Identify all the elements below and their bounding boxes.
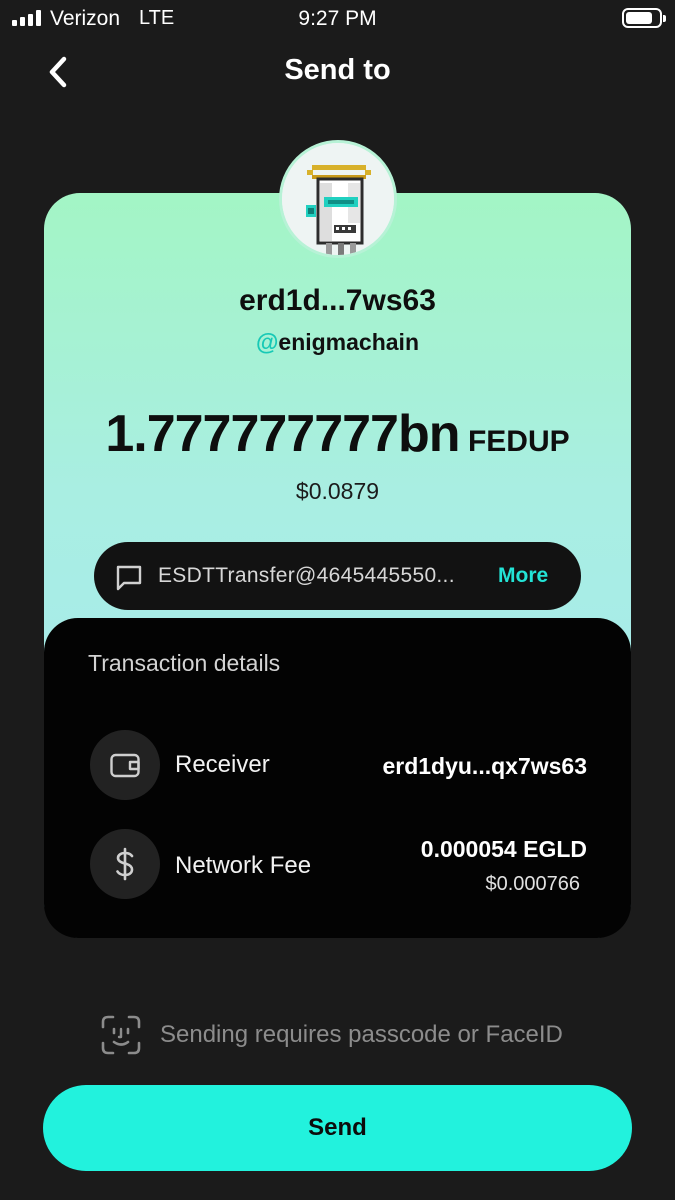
more-link[interactable]: More <box>498 564 548 588</box>
transaction-data-text: ESDTTransfer@4645445550... <box>158 564 455 587</box>
transaction-details-panel: Transaction details Receiver erd1dyu...q… <box>44 618 631 938</box>
wallet-icon-badge <box>90 730 160 800</box>
avatar[interactable] <box>279 140 397 258</box>
face-id-icon <box>101 1015 141 1055</box>
battery-icon <box>622 8 666 28</box>
details-title: Transaction details <box>88 650 281 676</box>
amount-token: FEDUP <box>467 425 570 458</box>
faceid-notice-text: Sending requires passcode or FaceID <box>160 1021 563 1048</box>
receiver-value: erd1dyu...qx7ws63 <box>382 753 587 779</box>
transaction-data-field[interactable]: ESDTTransfer@4645445550... More <box>94 542 581 610</box>
nft-avatar-image <box>282 143 394 255</box>
recipient-address: erd1d...7ws63 <box>239 284 436 317</box>
amount: 1.777777777bn FEDUP <box>0 404 675 464</box>
recipient-handle[interactable]: @enigmachain <box>0 329 675 356</box>
faceid-notice: Sending requires passcode or FaceID <box>100 1014 563 1056</box>
receiver-label: Receiver <box>175 751 270 778</box>
amount-value: 1.777777777bn <box>105 405 460 463</box>
status-bar: Verizon LTE 9:27 PM <box>0 0 675 40</box>
wallet-icon <box>110 753 140 778</box>
dollar-icon-badge <box>90 829 160 899</box>
amount-usd-value: $0.0879 <box>295 478 380 504</box>
handle-name: enigmachain <box>278 329 420 355</box>
status-time: 9:27 PM <box>298 7 377 30</box>
network-fee-value: 0.000054 EGLD <box>420 836 587 862</box>
page-title: Send to <box>284 54 391 86</box>
send-button[interactable]: Send <box>43 1085 632 1171</box>
message-square-icon <box>116 565 142 591</box>
handle-prefix: @ <box>255 329 279 355</box>
network-fee-label: Network Fee <box>175 852 312 879</box>
network-fee-usd: $0.000766 <box>485 873 580 895</box>
dollar-icon <box>116 847 134 881</box>
